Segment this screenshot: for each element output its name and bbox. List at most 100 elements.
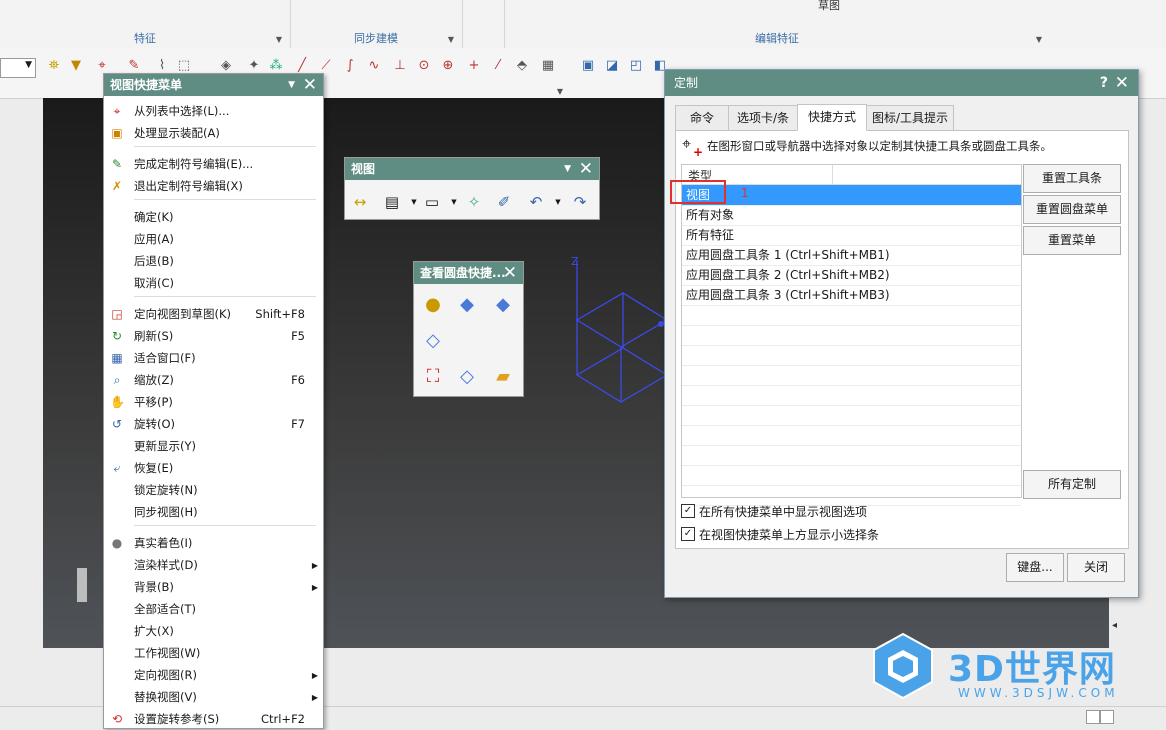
tab-icons-tooltips[interactable]: 图标/工具提示	[866, 105, 954, 131]
close-icon[interactable]: ✕	[503, 262, 517, 284]
surface-icon[interactable]: ▰	[490, 364, 516, 390]
close-icon[interactable]: ✕	[303, 74, 317, 96]
measure-icon[interactable]: ↔	[349, 191, 371, 213]
target-icon[interactable]: ⊕	[440, 58, 456, 74]
menu-item[interactable]: ⤶ 恢复(E)	[104, 458, 323, 479]
close-button[interactable]: 关闭	[1067, 553, 1125, 582]
close-icon[interactable]: ✕	[579, 158, 593, 180]
intersect-icon[interactable]: ⊥	[392, 58, 408, 74]
list-item[interactable]	[682, 405, 1021, 426]
menu-item[interactable]: 全部适合(T)	[104, 599, 323, 620]
menu-item[interactable]: ↺ 旋转(O) F7	[104, 414, 323, 435]
menu-item[interactable]: ⌕ 缩放(Z) F6	[104, 370, 323, 391]
shaded-cube-icon[interactable]: ◆	[454, 292, 480, 318]
show-selection-bar-checkbox[interactable]: ✓	[681, 527, 695, 541]
list-item[interactable]: 视图	[682, 185, 1021, 206]
keyboard-button[interactable]: 键盘...	[1006, 553, 1064, 582]
list-item[interactable]: 所有对象	[682, 205, 1021, 226]
menu-item[interactable]: ▣ 处理显示装配(A)	[104, 123, 323, 144]
panel-title-bar[interactable]: 视图 ▼ ✕	[345, 158, 599, 180]
list-item[interactable]	[682, 465, 1021, 486]
view-pan-icon[interactable]: ◰	[628, 58, 644, 74]
collapse-arrow-icon[interactable]: ◂	[1112, 620, 1117, 631]
close-icon[interactable]: ✕	[1115, 70, 1129, 96]
arc-line-icon[interactable]: ⟋	[318, 58, 334, 74]
menu-item[interactable]: 渲染样式(D) ▶	[104, 555, 323, 576]
cube-icon[interactable]: ◈	[218, 58, 234, 74]
plus-icon[interactable]: +	[466, 58, 482, 74]
curve-icon[interactable]: ∫	[342, 58, 358, 74]
undo-icon[interactable]: ↶	[525, 191, 547, 213]
lasso-icon[interactable]: ⌇	[154, 58, 170, 74]
menu-item[interactable]: 更新显示(Y)	[104, 436, 323, 457]
list-item[interactable]	[682, 445, 1021, 466]
list-item[interactable]: 应用圆盘工具条 3 (Ctrl+Shift+MB3)	[682, 285, 1021, 306]
menu-item[interactable]: ● 真实着色(I)	[104, 533, 323, 554]
menu-item[interactable]: ↻ 刷新(S) F5	[104, 326, 323, 347]
status-box-icon[interactable]	[1100, 710, 1114, 724]
tab-toolbars[interactable]: 选项卡/条	[728, 105, 798, 131]
tab-shortcuts[interactable]: 快捷方式	[797, 104, 867, 131]
menu-title-bar[interactable]: 视图快捷菜单 ▼ ✕	[104, 74, 323, 96]
menu-item[interactable]: 锁定旋转(N)	[104, 480, 323, 501]
paint-icon[interactable]: ✐	[493, 191, 515, 213]
funnel-icon[interactable]: ▼	[68, 58, 84, 74]
menu-item[interactable]: 后退(B)	[104, 251, 323, 272]
status-box-icon[interactable]	[1086, 710, 1100, 724]
shaded-edge-cube-icon[interactable]: ◆	[490, 292, 516, 318]
menu-item[interactable]: ✗ 退出定制符号编辑(X)	[104, 176, 323, 197]
layer-icon[interactable]: ▦	[540, 58, 556, 74]
menu-item[interactable]: ◲ 定向视图到草图(K) Shift+F8	[104, 304, 323, 325]
panel-title-bar[interactable]: 查看圆盘快捷... ✕	[414, 262, 523, 284]
list-item[interactable]	[682, 385, 1021, 406]
line-icon[interactable]: ╱	[294, 58, 310, 74]
grid-point-icon[interactable]: ⁂	[268, 58, 284, 74]
tab-commands[interactable]: 命令	[675, 105, 729, 131]
view-orient-icon[interactable]: ◪	[604, 58, 620, 74]
redo-icon[interactable]: ↷	[569, 191, 591, 213]
menu-item[interactable]: 确定(K)	[104, 207, 323, 228]
menu-item[interactable]: 应用(A)	[104, 229, 323, 250]
list-item[interactable]	[682, 345, 1021, 366]
snap-icon[interactable]: ✎	[126, 58, 142, 74]
list-item[interactable]	[682, 425, 1021, 446]
menu-item[interactable]: ✎ 完成定制符号编辑(E)...	[104, 154, 323, 175]
circle-center-icon[interactable]: ⊙	[416, 58, 432, 74]
reset-pie-button[interactable]: 重置圆盘菜单	[1023, 195, 1121, 224]
list-item[interactable]	[682, 325, 1021, 346]
reset-toolbar-button[interactable]: 重置工具条	[1023, 164, 1121, 193]
slash-icon[interactable]: ⁄	[490, 58, 506, 74]
list-item[interactable]: 应用圆盘工具条 2 (Ctrl+Shift+MB2)	[682, 265, 1021, 286]
menu-item[interactable]: 扩大(X)	[104, 621, 323, 642]
group-expand-icon[interactable]: ▼	[1036, 35, 1042, 44]
light-icon[interactable]: ✧	[463, 191, 485, 213]
filter-icon[interactable]: ⛯	[46, 58, 62, 74]
dialog-title-bar[interactable]: 定制 ? ✕	[665, 70, 1138, 96]
spline-icon[interactable]: ∿	[366, 58, 382, 74]
help-icon[interactable]: ?	[1100, 70, 1108, 96]
group-expand-icon[interactable]: ▼	[276, 35, 282, 44]
menu-item[interactable]: 定向视图(R) ▶	[104, 665, 323, 686]
hidden-line-cube-icon[interactable]: ◇	[454, 364, 480, 390]
wireframe-cube-icon[interactable]: ◇	[420, 328, 446, 354]
chevron-down-icon[interactable]: ▼	[564, 158, 571, 180]
fit-icon[interactable]: ⛶	[420, 364, 446, 390]
point-icon[interactable]: ✦	[246, 58, 262, 74]
list-item[interactable]	[682, 365, 1021, 386]
menu-item[interactable]: ⌖ 从列表中选择(L)...	[104, 101, 323, 122]
chevron-down-icon[interactable]: ▼	[288, 74, 295, 96]
list-item[interactable]: 应用圆盘工具条 1 (Ctrl+Shift+MB1)	[682, 245, 1021, 266]
selection-filter-dropdown[interactable]: ▼	[0, 58, 36, 78]
all-customizations-button[interactable]: 所有定制	[1023, 470, 1121, 499]
menu-item[interactable]: 工作视图(W)	[104, 643, 323, 664]
shaded-sphere-icon[interactable]: ●	[420, 292, 446, 318]
show-view-options-checkbox[interactable]: ✓	[681, 504, 695, 518]
list-item[interactable]: 所有特征	[682, 225, 1021, 246]
shortcut-type-list[interactable]: 类型 视图 所有对象 所有特征 应用圆盘工具条 1 (Ctrl+Shift+MB1) 应…	[681, 164, 1022, 506]
menu-item[interactable]: 取消(C)	[104, 273, 323, 294]
menu-item[interactable]: 同步视图(H)	[104, 502, 323, 523]
chevron-down-icon[interactable]: ▼	[547, 191, 569, 213]
reset-menu-button[interactable]: 重置菜单	[1023, 226, 1121, 255]
menu-item[interactable]: ✋ 平移(P)	[104, 392, 323, 413]
chevron-down-icon[interactable]: ▼	[443, 191, 465, 213]
